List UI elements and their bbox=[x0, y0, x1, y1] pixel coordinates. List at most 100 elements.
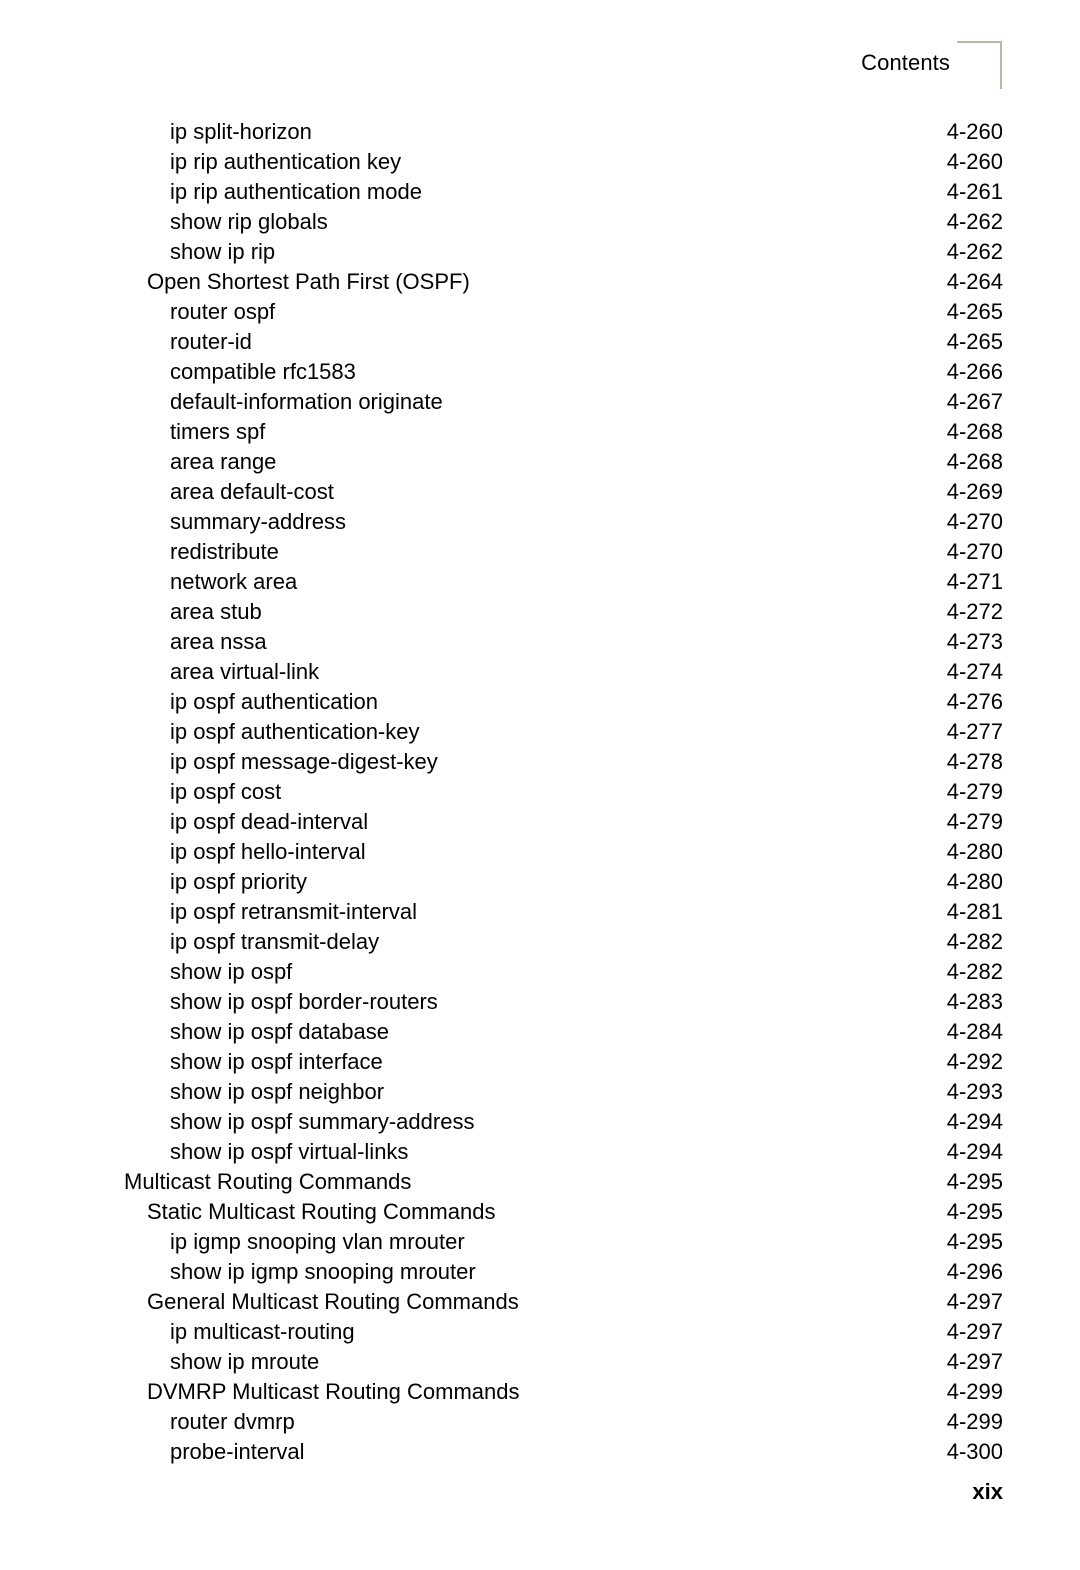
toc-entry-page-number: 4-282 bbox=[946, 929, 1003, 954]
toc-entry-page-number: 4-295 bbox=[946, 1169, 1003, 1194]
toc-entry-label: timers spf bbox=[170, 419, 266, 444]
toc-entry-page-number: 4-272 bbox=[946, 599, 1003, 624]
toc-entry-label: ip ospf authentication-key bbox=[170, 719, 420, 744]
page-header: Contents bbox=[0, 41, 1080, 101]
toc-entry-label: show rip globals bbox=[170, 209, 328, 234]
toc-entry[interactable]: General Multicast Routing Commands 4-297 bbox=[0, 1287, 1080, 1317]
toc-entry-label: router dvmrp bbox=[170, 1409, 295, 1434]
toc-entry[interactable]: ip ospf priority 4-280 bbox=[0, 867, 1080, 897]
toc-entry-page-number: 4-280 bbox=[946, 839, 1003, 864]
toc-entry-page-number: 4-261 bbox=[946, 179, 1003, 204]
toc-entry[interactable]: ip ospf transmit-delay 4-282 bbox=[0, 927, 1080, 957]
toc-entry-label: redistribute bbox=[170, 539, 279, 564]
toc-entry[interactable]: network area 4-271 bbox=[0, 567, 1080, 597]
toc-entry-page-number: 4-292 bbox=[946, 1049, 1003, 1074]
toc-entry[interactable]: show ip rip 4-262 bbox=[0, 237, 1080, 267]
toc-entry[interactable]: ip multicast-routing 4-297 bbox=[0, 1317, 1080, 1347]
toc-entry[interactable]: show ip ospf summary-address 4-294 bbox=[0, 1107, 1080, 1137]
toc-entry-page-number: 4-284 bbox=[946, 1019, 1003, 1044]
header-rule-top bbox=[957, 41, 1002, 43]
toc-entry-page-number: 4-267 bbox=[946, 389, 1003, 414]
toc-entry[interactable]: default-information originate 4-267 bbox=[0, 387, 1080, 417]
toc-entry[interactable]: Static Multicast Routing Commands 4-295 bbox=[0, 1197, 1080, 1227]
toc-entry-label: ip igmp snooping vlan mrouter bbox=[170, 1229, 465, 1254]
toc-entry[interactable]: ip ospf authentication 4-276 bbox=[0, 687, 1080, 717]
toc-entry-page-number: 4-283 bbox=[946, 989, 1003, 1014]
toc-entry-label: ip split-horizon bbox=[170, 119, 312, 144]
toc-entry-label: Static Multicast Routing Commands bbox=[147, 1199, 496, 1224]
toc-entry[interactable]: ip rip authentication mode 4-261 bbox=[0, 177, 1080, 207]
toc-entry-label: summary-address bbox=[170, 509, 347, 534]
toc-entry[interactable]: redistribute 4-270 bbox=[0, 537, 1080, 567]
toc-entry[interactable]: show ip ospf 4-282 bbox=[0, 957, 1080, 987]
toc-entry[interactable]: area range 4-268 bbox=[0, 447, 1080, 477]
toc-entry-page-number: 4-280 bbox=[946, 869, 1003, 894]
toc-entry[interactable]: show ip ospf border-routers 4-283 bbox=[0, 987, 1080, 1017]
toc-entry[interactable]: probe-interval 4-300 bbox=[0, 1437, 1080, 1467]
toc-entry[interactable]: area stub 4-272 bbox=[0, 597, 1080, 627]
toc-entry[interactable]: ip ospf message-digest-key 4-278 bbox=[0, 747, 1080, 777]
toc-entry[interactable]: ip igmp snooping vlan mrouter 4-295 bbox=[0, 1227, 1080, 1257]
toc-entry-label: area range bbox=[170, 449, 277, 474]
toc-entry[interactable]: ip ospf dead-interval 4-279 bbox=[0, 807, 1080, 837]
toc-entry[interactable]: ip ospf cost 4-279 bbox=[0, 777, 1080, 807]
toc-entry-page-number: 4-293 bbox=[946, 1079, 1003, 1104]
toc-entry-label: ip rip authentication mode bbox=[170, 179, 422, 204]
toc-entry[interactable]: router ospf 4-265 bbox=[0, 297, 1080, 327]
toc-entry-page-number: 4-264 bbox=[946, 269, 1003, 294]
toc-entry-label: show ip ospf summary-address bbox=[170, 1109, 475, 1134]
toc-entry[interactable]: timers spf 4-268 bbox=[0, 417, 1080, 447]
toc-entry[interactable]: compatible rfc1583 4-266 bbox=[0, 357, 1080, 387]
toc-entry[interactable]: show ip ospf neighbor 4-293 bbox=[0, 1077, 1080, 1107]
toc-entry-page-number: 4-270 bbox=[946, 509, 1003, 534]
toc-entry[interactable]: area nssa 4-273 bbox=[0, 627, 1080, 657]
toc-entry-label: ip ospf cost bbox=[170, 779, 282, 804]
toc-entry-page-number: 4-300 bbox=[946, 1439, 1003, 1464]
toc-entry-label: show ip ospf interface bbox=[170, 1049, 383, 1074]
toc-page: Contents ip split-horizon 4-260 ip rip aut… bbox=[0, 0, 1080, 1570]
toc-entry-label: ip ospf message-digest-key bbox=[170, 749, 438, 774]
toc-entry-page-number: 4-297 bbox=[946, 1319, 1003, 1344]
toc-entry[interactable]: summary-address 4-270 bbox=[0, 507, 1080, 537]
toc-entry[interactable]: ip ospf authentication-key 4-277 bbox=[0, 717, 1080, 747]
toc-entry-page-number: 4-262 bbox=[946, 239, 1003, 264]
toc-entry-label: show ip ospf virtual-links bbox=[170, 1139, 409, 1164]
toc-entry-label: area virtual-link bbox=[170, 659, 320, 684]
toc-entry[interactable]: show ip ospf virtual-links 4-294 bbox=[0, 1137, 1080, 1167]
toc-entry-page-number: 4-268 bbox=[946, 449, 1003, 474]
toc-entry-label: show ip igmp snooping mrouter bbox=[170, 1259, 476, 1284]
toc-entry[interactable]: show ip igmp snooping mrouter 4-296 bbox=[0, 1257, 1080, 1287]
toc-entry-label: ip rip authentication key bbox=[170, 149, 402, 174]
toc-entry[interactable]: show ip ospf database 4-284 bbox=[0, 1017, 1080, 1047]
toc-entry-page-number: 4-299 bbox=[946, 1409, 1003, 1434]
toc-entry[interactable]: ip ospf retransmit-interval 4-281 bbox=[0, 897, 1080, 927]
toc-entry[interactable]: router dvmrp 4-299 bbox=[0, 1407, 1080, 1437]
toc-entry[interactable]: ip rip authentication key 4-260 bbox=[0, 147, 1080, 177]
toc-entry-page-number: 4-279 bbox=[946, 779, 1003, 804]
toc-entry[interactable]: Multicast Routing Commands 4-295 bbox=[0, 1167, 1080, 1197]
toc-entry[interactable]: show ip mroute 4-297 bbox=[0, 1347, 1080, 1377]
toc-entry-page-number: 4-295 bbox=[946, 1229, 1003, 1254]
header-rule-right bbox=[1000, 41, 1002, 89]
toc-entry-page-number: 4-266 bbox=[946, 359, 1003, 384]
toc-entry[interactable]: show ip ospf interface 4-292 bbox=[0, 1047, 1080, 1077]
toc-entry[interactable]: router-id 4-265 bbox=[0, 327, 1080, 357]
toc-entry[interactable]: DVMRP Multicast Routing Commands 4-299 bbox=[0, 1377, 1080, 1407]
toc-entry-label: area stub bbox=[170, 599, 262, 624]
toc-entry[interactable]: Open Shortest Path First (OSPF) 4-264 bbox=[0, 267, 1080, 297]
toc-entry-page-number: 4-296 bbox=[946, 1259, 1003, 1284]
toc-entry[interactable]: area virtual-link 4-274 bbox=[0, 657, 1080, 687]
toc-entry[interactable]: area default-cost 4-269 bbox=[0, 477, 1080, 507]
toc-entry-page-number: 4-295 bbox=[946, 1199, 1003, 1224]
toc-entry[interactable]: show rip globals 4-262 bbox=[0, 207, 1080, 237]
toc-entry-page-number: 4-274 bbox=[946, 659, 1003, 684]
toc-entry-label: ip ospf transmit-delay bbox=[170, 929, 380, 954]
toc-entry[interactable]: ip split-horizon 4-260 bbox=[0, 117, 1080, 147]
toc-entry-label: ip ospf hello-interval bbox=[170, 839, 366, 864]
toc-entry-label: router-id bbox=[170, 329, 252, 354]
toc-entry[interactable]: ip ospf hello-interval 4-280 bbox=[0, 837, 1080, 867]
toc-entry-page-number: 4-282 bbox=[946, 959, 1003, 984]
toc-entry-page-number: 4-278 bbox=[946, 749, 1003, 774]
toc-entry-label: show ip ospf border-routers bbox=[170, 989, 438, 1014]
toc-entry-label: show ip rip bbox=[170, 239, 276, 264]
